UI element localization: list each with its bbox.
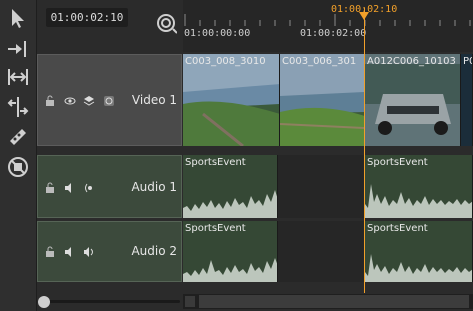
waveform bbox=[183, 190, 277, 218]
composite-icon[interactable] bbox=[103, 95, 115, 107]
ruler-label-start: 01:00:00:00 bbox=[184, 28, 251, 39]
clip-name: C003_006_301 bbox=[282, 56, 357, 67]
select-arrow-icon[interactable] bbox=[5, 6, 31, 32]
track-header-video1[interactable]: Video 1 bbox=[37, 54, 182, 146]
current-timecode[interactable]: 01:00:02:10 bbox=[46, 8, 128, 27]
track-name-audio2: Audio 2 bbox=[131, 244, 177, 258]
clip-name: SportsEvent bbox=[367, 223, 428, 234]
track-forward-icon[interactable] bbox=[5, 36, 31, 62]
speaker-icon[interactable] bbox=[64, 182, 76, 194]
track-header-audio1[interactable]: Audio 1 bbox=[37, 155, 182, 218]
lock-icon[interactable] bbox=[44, 182, 56, 194]
audio-clip[interactable]: SportsEvent bbox=[183, 155, 278, 218]
zoom-slider-handle[interactable] bbox=[38, 296, 50, 308]
waveform bbox=[183, 258, 277, 282]
volume-icon[interactable] bbox=[83, 246, 95, 258]
audio2-lane: SportsEvent SportsEvent bbox=[183, 221, 473, 282]
clip-name: SportsEvent bbox=[367, 157, 428, 168]
audio-clip[interactable]: SportsEvent bbox=[365, 221, 473, 282]
track-name-audio1: Audio 1 bbox=[131, 180, 177, 194]
razor-icon[interactable] bbox=[5, 122, 31, 148]
audio1-lane: SportsEvent SportsEvent bbox=[183, 155, 473, 218]
snap-icon[interactable] bbox=[155, 12, 178, 34]
playhead-line[interactable] bbox=[364, 8, 365, 294]
layers-icon[interactable] bbox=[83, 95, 95, 107]
lock-icon[interactable] bbox=[44, 246, 56, 258]
video-clip-1[interactable]: C003_008_3010 bbox=[183, 54, 280, 146]
tool-palette bbox=[0, 0, 37, 311]
track-name-video1: Video 1 bbox=[131, 93, 177, 107]
scroll-left-arrow-icon[interactable] bbox=[185, 296, 195, 307]
slip-icon[interactable] bbox=[5, 94, 31, 120]
waveform bbox=[365, 184, 472, 218]
ruler-label-2s: 01:00:02:00 bbox=[300, 28, 367, 39]
clip-name: SportsEvent bbox=[185, 157, 246, 168]
video-clip-4[interactable]: P0 bbox=[461, 54, 473, 146]
clip-name: P0 bbox=[463, 56, 472, 67]
empty-gap bbox=[278, 221, 365, 282]
waveform bbox=[365, 254, 472, 282]
empty-gap bbox=[278, 155, 365, 218]
speaker-icon[interactable] bbox=[64, 246, 76, 258]
eye-icon[interactable] bbox=[64, 95, 76, 107]
timecode-text: 01:00:02:10 bbox=[50, 11, 124, 24]
playhead-handle[interactable] bbox=[359, 12, 369, 20]
audio-monitor-icon[interactable] bbox=[83, 182, 95, 194]
audio-clip[interactable]: SportsEvent bbox=[365, 155, 473, 218]
timeline-footer bbox=[37, 293, 473, 311]
time-ruler[interactable]: 01:00:02:10 01:00:00:00 01:00:02:00 bbox=[183, 0, 473, 52]
track-header-audio2[interactable]: Audio 2 bbox=[37, 221, 182, 282]
fit-range-icon[interactable] bbox=[5, 64, 31, 90]
video-clip-3[interactable]: A012C006_10103 bbox=[365, 54, 461, 146]
video-lane: C003_008_3010 C003_006_301 A012C006_1010… bbox=[183, 54, 473, 146]
lock-icon[interactable] bbox=[44, 95, 56, 107]
video-clip-2[interactable]: C003_006_301 bbox=[280, 54, 365, 146]
delete-track-icon[interactable] bbox=[5, 154, 31, 180]
clip-name: C003_008_3010 bbox=[185, 56, 266, 67]
zoom-slider-track[interactable] bbox=[45, 300, 180, 303]
horizontal-scrollbar[interactable] bbox=[183, 294, 473, 309]
scrollbar-thumb[interactable] bbox=[199, 295, 469, 308]
clip-name: SportsEvent bbox=[185, 223, 246, 234]
clip-name: A012C006_10103 bbox=[367, 56, 456, 67]
audio-clip[interactable]: SportsEvent bbox=[183, 221, 278, 282]
ruler-ticks bbox=[184, 14, 471, 26]
